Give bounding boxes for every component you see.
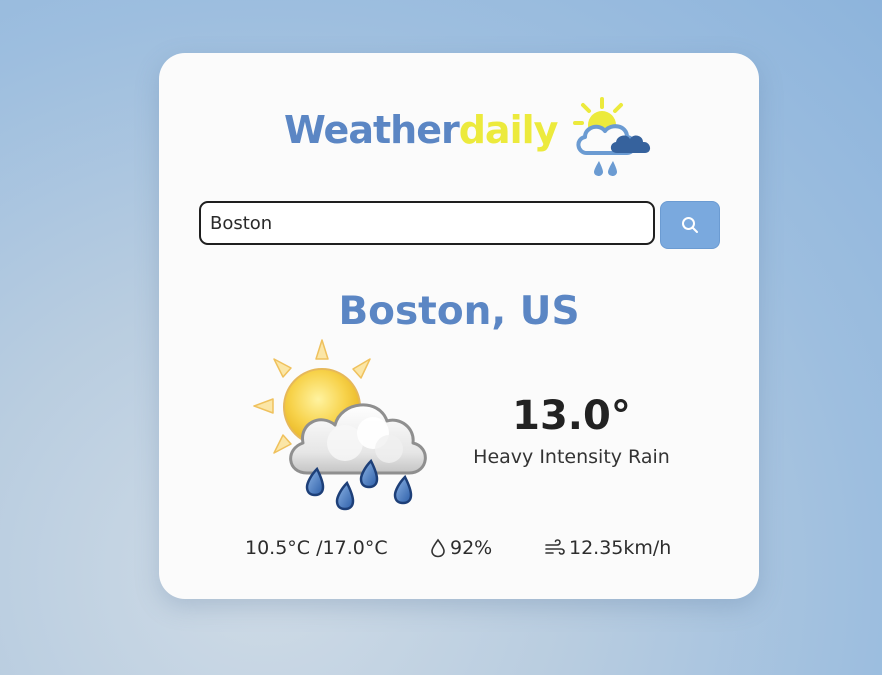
brand-title-daily: daily	[458, 108, 559, 152]
search-button[interactable]	[660, 201, 720, 249]
weather-card: Weatherdaily Boston, US	[159, 53, 759, 599]
city-search-input[interactable]	[199, 201, 655, 245]
min-max-temperature-value: 10.5°C /17.0°C	[245, 537, 388, 559]
current-temperature: 13.0°	[512, 393, 631, 439]
humidity-stat: 92%	[430, 533, 492, 563]
sun-cloud-heavy-rain-icon	[253, 339, 427, 511]
brand-header: Weatherdaily	[159, 89, 759, 189]
location-title: Boston, US	[338, 289, 580, 334]
search-icon	[682, 217, 698, 233]
brand-title-weather: Weather	[284, 108, 460, 152]
sun-cloud-rain-icon	[573, 97, 651, 176]
humidity-value: 92%	[450, 537, 493, 559]
weather-description: Heavy Intensity Rain	[473, 446, 670, 468]
droplet-icon	[431, 538, 445, 558]
min-max-temperature: 10.5°C /17.0°C	[245, 533, 388, 563]
wind-icon	[545, 539, 565, 555]
weather-stats: 10.5°C /17.0°C 92% 12.35km/h	[159, 533, 759, 563]
wind-stat: 12.35km/h	[545, 533, 671, 563]
brand-title: Weatherdaily	[284, 105, 559, 155]
wind-value: 12.35km/h	[569, 537, 672, 559]
